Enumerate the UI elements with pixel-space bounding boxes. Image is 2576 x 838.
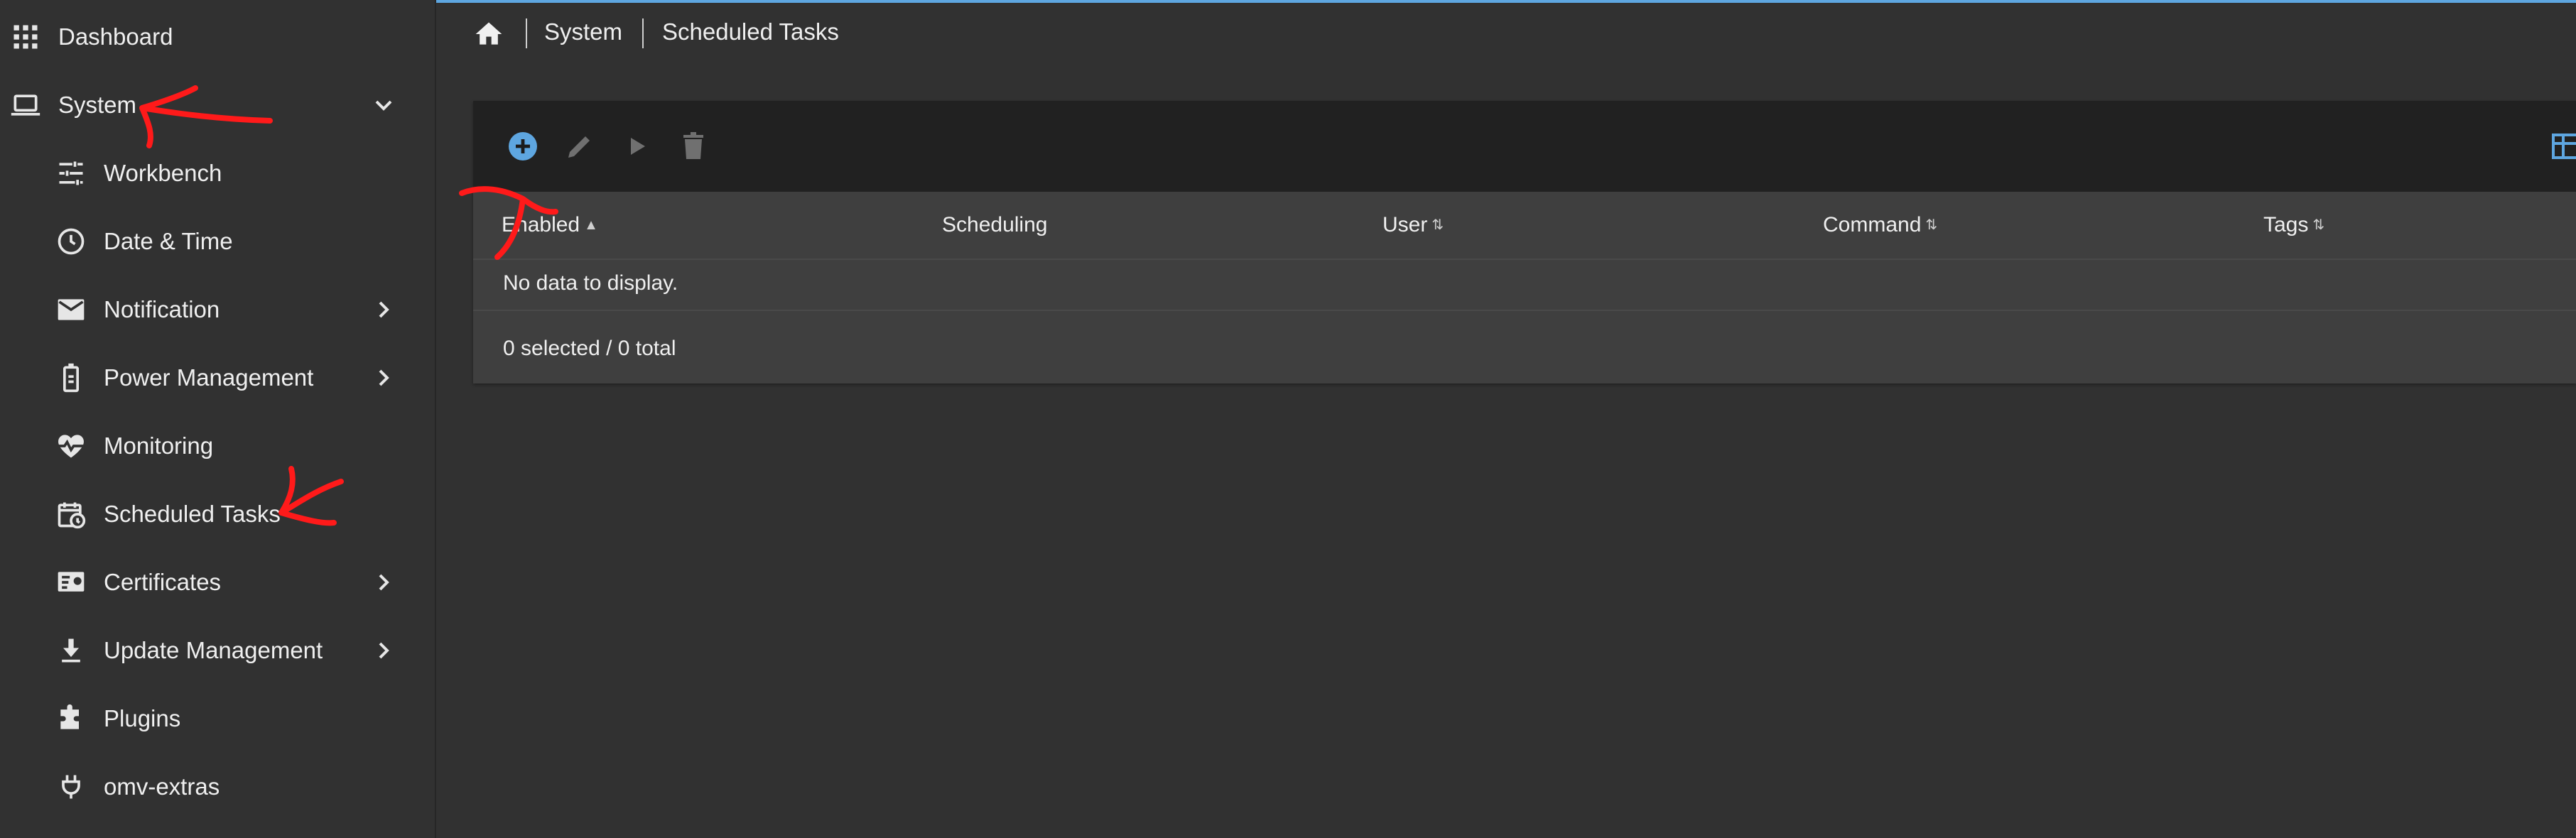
- sort-icon: ⇅: [1432, 217, 1444, 233]
- clock-icon: [55, 226, 87, 257]
- sort-icon: ⇅: [2312, 217, 2325, 233]
- chevron-right-icon[interactable]: [369, 295, 398, 324]
- sidebar-item-system[interactable]: System: [0, 71, 435, 139]
- sidebar-item-certificates[interactable]: Certificates: [0, 548, 435, 616]
- sidebar-item-power-management[interactable]: Power Management: [0, 344, 435, 412]
- sidebar-item-label: System: [58, 92, 137, 118]
- sidebar: Dashboard System Workbench Date & Time N…: [0, 0, 436, 838]
- chevron-right-icon[interactable]: [369, 364, 398, 392]
- breadcrumb: System Scheduled Tasks: [436, 3, 2576, 61]
- breadcrumb-separator: [642, 18, 644, 48]
- column-header-label: Scheduling: [942, 213, 1048, 236]
- play-icon[interactable]: [619, 129, 654, 163]
- sidebar-item-label: Notification: [104, 296, 220, 322]
- sidebar-item-scheduled-tasks[interactable]: Scheduled Tasks: [0, 480, 435, 548]
- calendar-clock-icon: [55, 499, 87, 530]
- sidebar-item-label: Date & Time: [104, 228, 233, 254]
- power-plug-icon: [55, 771, 87, 802]
- chevron-right-icon[interactable]: [369, 636, 398, 665]
- mail-icon: [55, 294, 87, 325]
- column-header-label: User: [1382, 213, 1428, 236]
- column-header-command[interactable]: Command ⇅: [1823, 213, 1937, 237]
- column-header-label: Command: [1823, 213, 1922, 236]
- trash-icon[interactable]: [676, 129, 710, 163]
- empty-message: No data to display.: [503, 271, 678, 295]
- breadcrumb-item-scheduled-tasks: Scheduled Tasks: [662, 18, 839, 45]
- column-header-label: Tags: [2263, 213, 2309, 236]
- heart-pulse-icon: [55, 430, 87, 462]
- sidebar-item-notification[interactable]: Notification: [0, 276, 435, 344]
- sidebar-item-label: Update Management: [104, 637, 323, 663]
- sidebar-item-omv-extras[interactable]: omv-extras: [0, 753, 435, 821]
- sidebar-item-label: Monitoring: [104, 432, 214, 459]
- sidebar-item-update-management[interactable]: Update Management: [0, 616, 435, 685]
- breadcrumb-item-system[interactable]: System: [544, 18, 622, 45]
- sidebar-item-dashboard[interactable]: Dashboard: [0, 3, 435, 71]
- table-toolbar: [473, 101, 2576, 192]
- sidebar-item-label: Scheduled Tasks: [104, 501, 281, 527]
- chevron-right-icon[interactable]: [369, 568, 398, 597]
- column-header-tags[interactable]: Tags ⇅: [2263, 213, 2325, 237]
- laptop-icon: [10, 89, 41, 121]
- sidebar-item-plugins[interactable]: Plugins: [0, 685, 435, 753]
- sidebar-item-label: Power Management: [104, 364, 314, 391]
- selection-count: 0 selected / 0 total: [503, 337, 676, 360]
- chevron-down-icon[interactable]: [369, 91, 398, 119]
- puzzle-icon: [55, 703, 87, 734]
- column-header-enabled[interactable]: Enabled ▲: [502, 213, 598, 237]
- download-icon: [55, 635, 87, 666]
- sidebar-item-workbench[interactable]: Workbench: [0, 139, 435, 207]
- battery-icon: [55, 362, 87, 393]
- table-footer: 0 selected / 0 total: [473, 310, 2576, 385]
- column-header-user[interactable]: User ⇅: [1382, 213, 1444, 237]
- add-circle-icon[interactable]: [506, 129, 540, 163]
- home-icon[interactable]: [473, 18, 504, 50]
- sidebar-item-date-time[interactable]: Date & Time: [0, 207, 435, 276]
- certificate-icon: [55, 567, 87, 598]
- sidebar-item-label: Workbench: [104, 160, 222, 186]
- sort-ascending-icon: ▲: [584, 217, 598, 233]
- breadcrumb-separator: [526, 18, 527, 48]
- sidebar-item-label: Dashboard: [58, 23, 173, 50]
- sidebar-item-label: Certificates: [104, 569, 222, 595]
- column-header-scheduling[interactable]: Scheduling: [942, 213, 1047, 237]
- table-header-row: Enabled ▲ Scheduling User ⇅ Command ⇅ Tags ⇅: [473, 192, 2576, 259]
- empty-row: No data to display.: [473, 259, 2576, 311]
- scheduled-tasks-table: Enabled ▲ Scheduling User ⇅ Command ⇅ Tags ⇅…: [473, 101, 2576, 383]
- sidebar-item-label: Plugins: [104, 705, 181, 731]
- sort-icon: ⇅: [1925, 217, 1938, 233]
- sidebar-item-label: omv-extras: [104, 773, 220, 800]
- tune-sliders-icon: [55, 158, 87, 189]
- apps-grid-icon: [10, 21, 41, 53]
- table-columns-icon[interactable]: [2550, 129, 2576, 163]
- sidebar-item-monitoring[interactable]: Monitoring: [0, 412, 435, 480]
- pencil-icon[interactable]: [563, 129, 597, 163]
- column-header-label: Enabled: [502, 213, 580, 236]
